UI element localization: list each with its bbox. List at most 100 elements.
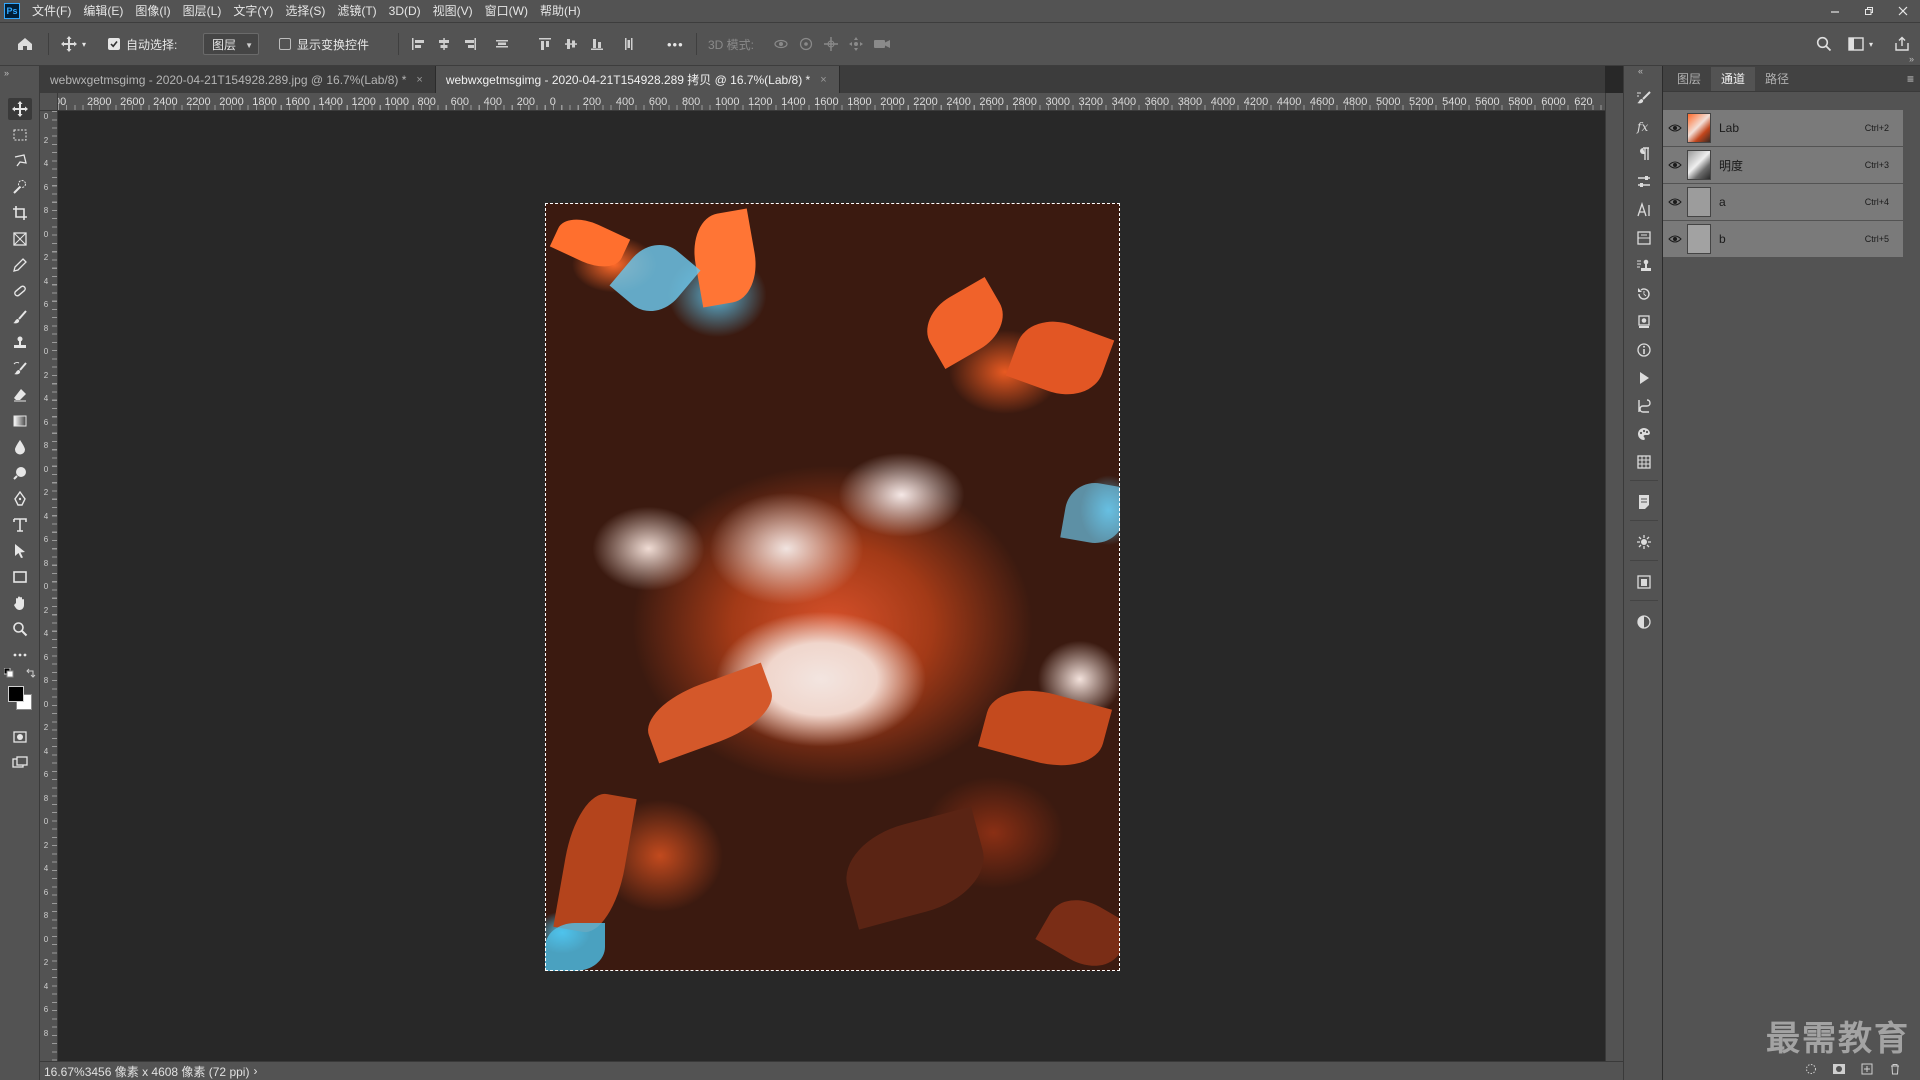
menu-select[interactable]: 选择(S)	[279, 0, 331, 22]
3d-light-button[interactable]	[1634, 532, 1654, 552]
adjustments-button[interactable]	[1634, 172, 1654, 192]
menu-file[interactable]: 文件(F)	[26, 0, 77, 22]
menu-view[interactable]: 视图(V)	[427, 0, 479, 22]
close-icon[interactable]: ×	[416, 74, 422, 86]
tab-document-original[interactable]: webwxgetmsgimg - 2020-04-21T154928.289.j…	[40, 66, 436, 93]
grid-panel-button[interactable]	[1634, 452, 1654, 472]
channel-row-lightness[interactable]: 明度 Ctrl+3	[1663, 147, 1903, 184]
align-top-icon[interactable]	[537, 36, 553, 52]
menu-image[interactable]: 图像(I)	[129, 0, 176, 22]
distribute-horizontal-icon[interactable]	[494, 36, 510, 52]
move-tool[interactable]	[8, 98, 32, 120]
rectangle-tool[interactable]	[8, 566, 32, 588]
clone-source-button[interactable]	[1634, 256, 1654, 276]
foreground-color-swatch[interactable]	[8, 686, 24, 702]
info-button[interactable]	[1634, 340, 1654, 360]
new-channel-button[interactable]	[1860, 1062, 1874, 1076]
adjustments-circle-button[interactable]	[1634, 612, 1654, 632]
zoom-tool[interactable]	[8, 618, 32, 640]
menu-window[interactable]: 窗口(W)	[479, 0, 534, 22]
align-bottom-icon[interactable]	[589, 36, 605, 52]
menu-3d[interactable]: 3D(D)	[383, 0, 427, 22]
collapse-toolbar-icon[interactable]: »	[0, 66, 39, 80]
roll-3d-icon[interactable]	[798, 36, 814, 52]
notes-button[interactable]	[1634, 492, 1654, 512]
save-selection-button[interactable]	[1832, 1062, 1846, 1076]
search-button[interactable]	[1816, 23, 1832, 65]
dodge-tool[interactable]	[8, 462, 32, 484]
align-left-icon[interactable]	[410, 36, 426, 52]
more-options-button[interactable]: •••	[667, 23, 684, 65]
panel-collapse-strip[interactable]	[1605, 93, 1623, 1061]
visibility-eye-icon[interactable]	[1663, 197, 1687, 207]
type-tool[interactable]	[8, 514, 32, 536]
distribute-vertical-icon[interactable]	[621, 36, 637, 52]
share-button[interactable]	[1894, 23, 1910, 65]
menu-layer[interactable]: 图层(L)	[177, 0, 228, 22]
actions-button[interactable]	[1634, 312, 1654, 332]
path-selection-tool[interactable]	[8, 540, 32, 562]
quick-selection-tool[interactable]	[8, 176, 32, 198]
tab-layers[interactable]: 图层	[1667, 67, 1711, 91]
transform-controls-checkbox[interactable]: 显示变换控件	[279, 23, 369, 65]
brush-settings-button[interactable]	[1634, 88, 1654, 108]
timeline-play-button[interactable]	[1634, 368, 1654, 388]
tab-channels[interactable]: 通道	[1711, 67, 1756, 91]
align-right-icon[interactable]	[462, 36, 478, 52]
expand-panel-icon[interactable]: »	[1909, 54, 1914, 64]
menu-help[interactable]: 帮助(H)	[534, 0, 587, 22]
align-center-h-icon[interactable]	[436, 36, 452, 52]
panel-menu-icon[interactable]: ≡	[1907, 72, 1914, 86]
move-tool-preset[interactable]: ▾	[60, 23, 86, 65]
blur-tool[interactable]	[8, 436, 32, 458]
quick-mask-button[interactable]	[8, 726, 32, 748]
lasso-tool[interactable]	[8, 150, 32, 172]
paths-button[interactable]	[1634, 396, 1654, 416]
character-button[interactable]	[1634, 200, 1654, 220]
gradient-tool[interactable]	[8, 410, 32, 432]
close-icon[interactable]: ×	[820, 74, 826, 86]
swatches-button[interactable]	[1634, 424, 1654, 444]
status-menu-arrow[interactable]: ›	[253, 1064, 257, 1078]
visibility-eye-icon[interactable]	[1663, 160, 1687, 170]
minimize-button[interactable]	[1818, 0, 1852, 22]
healing-brush-tool[interactable]	[8, 280, 32, 302]
crop-tool[interactable]	[8, 202, 32, 224]
channel-row-lab[interactable]: Lab Ctrl+2	[1663, 110, 1903, 147]
brush-tool[interactable]	[8, 306, 32, 328]
properties-button[interactable]	[1634, 228, 1654, 248]
menu-type[interactable]: 文字(Y)	[227, 0, 279, 22]
orbit-3d-icon[interactable]	[773, 36, 789, 52]
eraser-tool[interactable]	[8, 384, 32, 406]
drag-3d-icon[interactable]	[823, 36, 839, 52]
libraries-button[interactable]	[1634, 572, 1654, 592]
collapse-dock-icon[interactable]: «	[1638, 66, 1643, 76]
photoshop-logo[interactable]: Ps	[4, 3, 20, 19]
ruler-origin[interactable]	[40, 93, 58, 111]
hand-tool[interactable]	[8, 592, 32, 614]
pen-tool[interactable]	[8, 488, 32, 510]
paragraph-button[interactable]	[1634, 144, 1654, 164]
channel-row-b[interactable]: b Ctrl+5	[1663, 221, 1903, 258]
visibility-eye-icon[interactable]	[1663, 234, 1687, 244]
close-button[interactable]	[1886, 0, 1920, 22]
delete-channel-button[interactable]	[1888, 1062, 1902, 1076]
restore-button[interactable]	[1852, 0, 1886, 22]
horizontal-ruler[interactable]: 0028002600240022002000180016001400120010…	[58, 93, 1605, 111]
edit-toolbar-button[interactable]	[8, 644, 32, 666]
channel-row-a[interactable]: a Ctrl+4	[1663, 184, 1903, 221]
tab-document-copy[interactable]: webwxgetmsgimg - 2020-04-21T154928.289 拷…	[435, 66, 840, 93]
styles-button[interactable]: fx	[1634, 116, 1654, 136]
camera-3d-icon[interactable]	[873, 36, 891, 52]
layer-select-dropdown[interactable]: 图层 ▼	[203, 33, 260, 55]
document-canvas-image[interactable]	[545, 203, 1120, 971]
rectangular-marquee-tool[interactable]	[8, 124, 32, 146]
workspace-button[interactable]: ▾	[1848, 23, 1873, 65]
vertical-ruler[interactable]: 0 2 4 6 8 0 2 4 6 8 0 2 4 6 8 0 2 4 6 8 0 2 4 6 8 0 2 4 6 8 0 2 4 6 8 0 2 4 6 8	[40, 111, 58, 1061]
clone-stamp-tool[interactable]	[8, 332, 32, 354]
history-brush-tool[interactable]	[8, 358, 32, 380]
history-button[interactable]	[1634, 284, 1654, 304]
swap-colors-icon[interactable]	[26, 668, 36, 678]
align-middle-v-icon[interactable]	[563, 36, 579, 52]
menu-filter[interactable]: 滤镜(T)	[331, 0, 382, 22]
